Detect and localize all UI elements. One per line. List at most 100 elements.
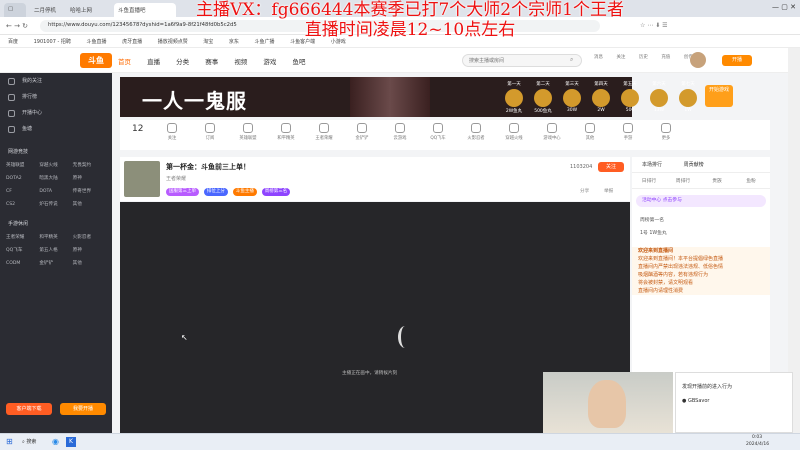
nav-match[interactable]: 赛事	[205, 58, 218, 66]
sidebar-category-item[interactable]: 暗黑大陆	[39, 172, 72, 185]
category-item[interactable]: 王者荣耀	[312, 123, 336, 141]
sidebar-category-item[interactable]: CODM	[6, 257, 39, 270]
notice-item[interactable]: ● GBSavor	[682, 398, 786, 404]
rank-tab-week[interactable]: 周贡献榜	[684, 162, 704, 168]
site-logo[interactable]: 斗鱼	[80, 53, 112, 68]
sidebar-item-center[interactable]: 开播中心	[0, 105, 112, 121]
streamer-avatar[interactable]	[124, 161, 160, 197]
gift-item[interactable]: 第一天 2W鱼丸	[500, 81, 528, 114]
nav-live[interactable]: 直播	[147, 58, 160, 66]
category-item[interactable]: 订阅	[198, 123, 222, 141]
sidebar-category-item[interactable]: 火影忍者	[73, 231, 106, 244]
app-taskbar-icon[interactable]: K	[66, 437, 76, 447]
browser-taskbar-icon[interactable]: ◉	[52, 437, 59, 446]
share-button[interactable]: 分享	[580, 188, 589, 194]
rank-tab-current[interactable]: 本场排行	[642, 162, 662, 168]
tab-noble[interactable]: 贵族	[700, 177, 734, 184]
room-game[interactable]: 王者荣耀	[166, 175, 186, 182]
bookmark-item[interactable]: 斗鱼直播	[86, 38, 106, 45]
nav-video[interactable]: 视频	[234, 58, 247, 66]
sidebar-category-item[interactable]: DOTA	[39, 185, 72, 198]
room-tag[interactable]: 国服第三上单	[166, 188, 199, 196]
sidebar-category-item[interactable]: 王者荣耀	[6, 231, 39, 244]
sidebar-category-item[interactable]: DOTA2	[6, 172, 39, 185]
category-label: 云游戏	[393, 136, 407, 141]
category-item[interactable]: 云游戏	[388, 123, 412, 141]
category-item[interactable]: 其他	[578, 123, 602, 141]
category-item[interactable]: 穿越火线	[502, 123, 526, 141]
sidebar-category-item[interactable]: 无畏契约	[73, 159, 106, 172]
sidebar-category-item[interactable]: 其他	[73, 198, 106, 211]
event-banner[interactable]: 一人一鬼服 第一天 2W鱼丸 第二天 500鱼丸 第三天 30W 第四天 2W 第五天 500 第六…	[120, 77, 733, 117]
taskbar-search[interactable]: ⌕ 搜索	[22, 438, 36, 445]
gift-icon	[534, 89, 552, 107]
window-controls[interactable]: — ▢ ✕	[772, 3, 796, 11]
back-forward-icons[interactable]: ← → ↻	[6, 22, 28, 30]
activity-banner[interactable]: 活动中心 点击参与	[636, 195, 766, 207]
bookmark-item[interactable]: 虎牙直播	[122, 38, 142, 45]
sidebar-category-item[interactable]: 传奇世界	[73, 185, 106, 198]
room-tag[interactable]: 斗鱼主播	[232, 188, 257, 196]
category-item[interactable]: 关注	[160, 123, 184, 141]
category-icon	[433, 123, 443, 133]
category-item[interactable]: 英雄联盟	[236, 123, 260, 141]
category-item[interactable]: 火影忍者	[464, 123, 488, 141]
sidebar-category-item[interactable]: CS2	[6, 198, 39, 211]
gift-item[interactable]: 第五天 500	[616, 81, 644, 113]
start-game-button[interactable]: 开始游戏	[705, 85, 733, 107]
room-tag[interactable]: 排位上分	[203, 188, 228, 196]
sidebar-category-item[interactable]: QQ飞车	[6, 244, 39, 257]
sidebar-item-fish[interactable]: 鱼塘	[0, 121, 112, 137]
category-item[interactable]: 和平精英	[274, 123, 298, 141]
nav-yuba[interactable]: 鱼吧	[292, 58, 305, 66]
recharge-icon[interactable]: 充值	[661, 55, 670, 60]
room-tag[interactable]: 周榜第三名	[261, 188, 291, 196]
sidebar-category-item[interactable]: 穿越火线	[39, 159, 72, 172]
bookmark-item[interactable]: 1901007 - 招聘	[34, 38, 71, 45]
history-icon[interactable]: 历史	[639, 55, 648, 60]
sidebar-category-item[interactable]: 金铲铲	[39, 257, 72, 270]
browser-tab-2[interactable]: 哈哈上网	[66, 3, 110, 17]
gift-item[interactable]: 第三天 30W	[558, 81, 586, 113]
tab-icon-1[interactable]: ▢	[4, 3, 26, 17]
room-tags: 国服第三上单 排位上分 斗鱼主播 周榜第三名	[166, 187, 293, 196]
sidebar-category-item[interactable]: 其他	[73, 257, 106, 270]
bookmark-item[interactable]: 百度	[8, 38, 18, 45]
sidebar-item-follow[interactable]: 我的关注	[0, 73, 112, 89]
follow-button[interactable]: 关注	[598, 162, 624, 172]
category-item[interactable]: 游戏中心	[540, 123, 564, 141]
nav-game[interactable]: 游戏	[263, 58, 276, 66]
browser-tab-1[interactable]: 二月停机	[30, 3, 64, 17]
open-live-button[interactable]: 开播	[722, 55, 752, 66]
category-item[interactable]: QQ飞车	[426, 123, 450, 141]
gift-item[interactable]: 第二天 500鱼丸	[529, 81, 557, 114]
sidebar-category-item[interactable]: 英雄联盟	[6, 159, 39, 172]
search-input[interactable]	[462, 54, 582, 67]
sidebar-item-rank[interactable]: 排行榜	[0, 89, 112, 105]
gift-item[interactable]: 第七天 1W	[674, 81, 702, 113]
tab-day[interactable]: 日排行	[632, 177, 666, 184]
start-menu-icon[interactable]: ⊞	[6, 437, 13, 446]
search-icon[interactable]: ⌕	[570, 56, 573, 64]
nav-home[interactable]: 首页	[118, 58, 131, 66]
tab-week[interactable]: 周排行	[666, 177, 700, 184]
start-live-button[interactable]: 我要开播	[60, 403, 106, 415]
sidebar-category-item[interactable]: 炉石传说	[39, 198, 72, 211]
gift-item[interactable]: 第六天 13W	[645, 81, 673, 113]
sidebar-category-item[interactable]: 原神	[73, 244, 106, 257]
avatar[interactable]	[690, 52, 706, 68]
sidebar-category-item[interactable]: 原神	[73, 172, 106, 185]
follow-icon[interactable]: 关注	[616, 55, 625, 60]
sidebar-category-item[interactable]: 和平精英	[39, 231, 72, 244]
message-icon[interactable]: 消息	[594, 55, 603, 60]
tab-fans[interactable]: 鱼粉	[734, 177, 768, 184]
category-item[interactable]: 金铲铲	[350, 123, 374, 141]
sidebar-category-item[interactable]: CF	[6, 185, 39, 198]
report-button[interactable]: 举报	[604, 188, 613, 194]
sidebar-category-item[interactable]: 第五人格	[39, 244, 72, 257]
client-download-button[interactable]: 客户端下载	[6, 403, 52, 415]
category-item[interactable]: 更多	[654, 123, 678, 141]
nav-category[interactable]: 分类	[176, 58, 189, 66]
category-item[interactable]: 手游	[616, 123, 640, 141]
gift-item[interactable]: 第四天 2W	[587, 81, 615, 113]
